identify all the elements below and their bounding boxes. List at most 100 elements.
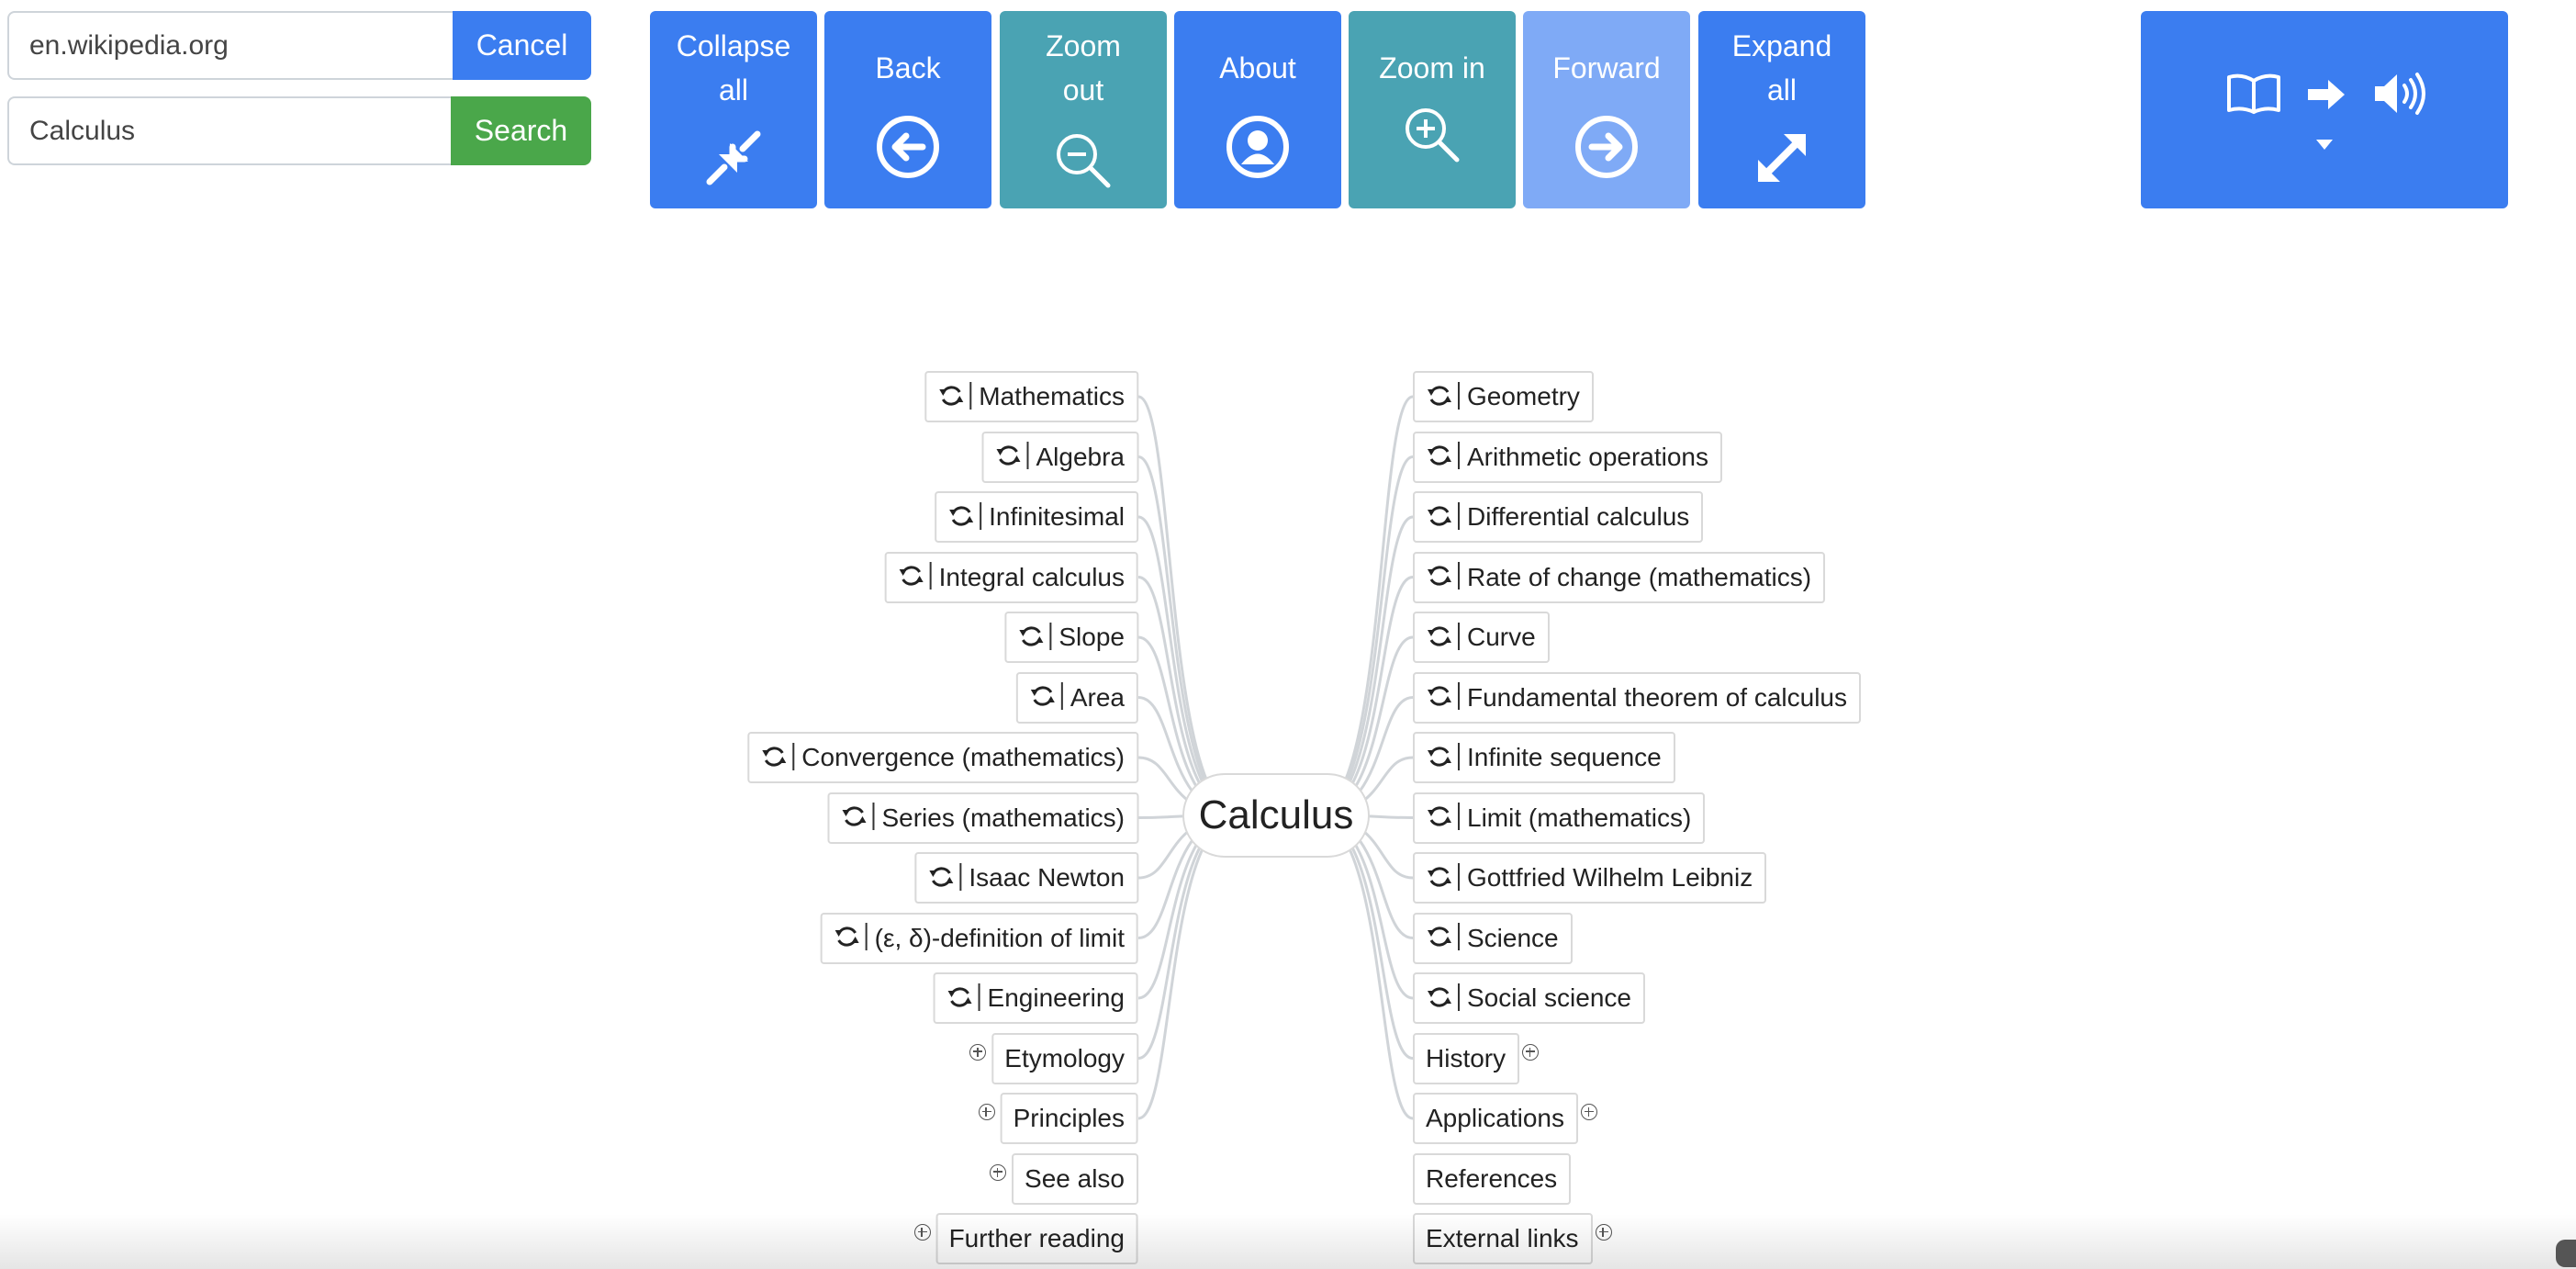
topic-node[interactable]: Convergence (mathematics) [747, 732, 1138, 783]
separator [959, 862, 962, 891]
topic-label: Mathematics [979, 382, 1125, 410]
topic-label: Science [1467, 923, 1559, 952]
topic-node[interactable]: Integral calculus [884, 551, 1138, 603]
refresh-icon[interactable] [937, 382, 965, 410]
topic-node[interactable]: Curve [1413, 612, 1550, 663]
separator [1458, 803, 1460, 831]
topic-node[interactable]: See also [1012, 1152, 1138, 1205]
separator [978, 983, 980, 1011]
expand-node-icon[interactable] [1522, 1043, 1540, 1061]
refresh-icon[interactable] [1426, 682, 1453, 710]
separator [865, 923, 868, 951]
topic-node[interactable]: Slope [1004, 612, 1138, 663]
separator [1458, 742, 1460, 770]
separator [1026, 442, 1029, 470]
topic-node[interactable]: Science [1413, 912, 1573, 964]
separator [969, 381, 972, 410]
refresh-icon[interactable] [946, 983, 974, 1011]
expand-node-icon[interactable] [978, 1104, 995, 1120]
topic-node[interactable]: Isaac Newton [914, 852, 1138, 904]
topic-node[interactable]: Applications [1413, 1093, 1578, 1144]
topic-node[interactable]: Arithmetic operations [1413, 431, 1723, 483]
refresh-icon[interactable] [1426, 442, 1453, 469]
topic-label: Integral calculus [938, 562, 1125, 591]
topic-node[interactable]: Etymology [991, 1032, 1138, 1084]
refresh-icon[interactable] [1426, 983, 1453, 1011]
topic-node[interactable]: Geometry [1413, 371, 1594, 422]
topic-label: Area [1070, 682, 1125, 712]
topic-label: Series (mathematics) [881, 803, 1125, 832]
topic-node[interactable]: Principles [1000, 1093, 1138, 1144]
topic-node[interactable]: Mathematics [924, 371, 1138, 422]
topic-node[interactable]: Differential calculus [1413, 491, 1704, 543]
separator [1049, 622, 1052, 650]
topic-node[interactable]: Area [1015, 671, 1138, 724]
mindmap-root-node[interactable]: Calculus [1182, 773, 1370, 858]
separator [1458, 381, 1460, 410]
mindmap-edge [1312, 395, 1414, 817]
refresh-icon[interactable] [760, 743, 788, 770]
refresh-icon[interactable] [1426, 743, 1453, 770]
topic-label: Convergence (mathematics) [801, 743, 1125, 771]
refresh-icon[interactable] [898, 562, 925, 590]
refresh-icon[interactable] [1426, 623, 1453, 650]
refresh-icon[interactable] [840, 803, 868, 830]
topic-label: Differential calculus [1467, 502, 1690, 531]
topic-node[interactable]: Series (mathematics) [827, 792, 1138, 844]
topic-node[interactable]: Rate of change (mathematics) [1413, 551, 1826, 603]
topic-label: Infinitesimal [989, 502, 1125, 531]
topic-node[interactable]: Limit (mathematics) [1413, 792, 1706, 844]
expand-node-icon[interactable] [1580, 1104, 1597, 1120]
topic-label: Algebra [1036, 442, 1125, 471]
topic-label: History [1426, 1043, 1506, 1072]
topic-label: References [1426, 1163, 1558, 1193]
scrollbar-thumb[interactable] [2556, 1240, 2576, 1267]
separator [980, 501, 982, 530]
topic-label: Arithmetic operations [1467, 442, 1709, 471]
topic-label: Limit (mathematics) [1467, 803, 1692, 832]
refresh-icon[interactable] [1426, 803, 1453, 830]
separator [1458, 562, 1460, 590]
refresh-icon[interactable] [1426, 863, 1453, 891]
topic-label: Applications [1426, 1104, 1564, 1132]
separator [1060, 682, 1063, 711]
refresh-icon[interactable] [1017, 623, 1045, 650]
topic-label: Principles [1013, 1104, 1125, 1132]
refresh-icon[interactable] [994, 442, 1022, 469]
topic-node[interactable]: Algebra [981, 431, 1138, 483]
topic-node[interactable]: References [1413, 1152, 1572, 1205]
topic-node[interactable]: Engineering [933, 972, 1138, 1024]
separator [1458, 501, 1460, 530]
topic-label: See also [1025, 1163, 1125, 1193]
topic-label: Fundamental theorem of calculus [1467, 682, 1847, 712]
expand-node-icon[interactable] [990, 1163, 1007, 1181]
topic-node[interactable]: Social science [1413, 972, 1645, 1024]
refresh-icon[interactable] [1029, 682, 1057, 710]
topic-node[interactable]: Fundamental theorem of calculus [1413, 671, 1861, 724]
topic-node[interactable]: Infinitesimal [935, 491, 1138, 543]
topic-label: Isaac Newton [969, 863, 1125, 892]
refresh-icon[interactable] [1426, 562, 1453, 590]
separator [1458, 682, 1460, 711]
topic-node[interactable]: (ε, δ)-definition of limit [820, 912, 1138, 964]
refresh-icon[interactable] [927, 863, 955, 891]
refresh-icon[interactable] [1426, 382, 1453, 410]
separator [1458, 983, 1460, 1011]
separator [872, 803, 875, 831]
separator [1458, 862, 1460, 891]
topic-label: Geometry [1467, 382, 1580, 410]
refresh-icon[interactable] [947, 502, 975, 530]
refresh-icon[interactable] [834, 923, 861, 950]
topic-label: Gottfried Wilhelm Leibniz [1467, 863, 1753, 892]
topic-node[interactable]: Infinite sequence [1413, 732, 1675, 783]
topic-label: Rate of change (mathematics) [1467, 562, 1812, 591]
separator [1458, 442, 1460, 470]
refresh-icon[interactable] [1426, 923, 1453, 950]
refresh-icon[interactable] [1426, 502, 1453, 530]
topic-node[interactable]: Gottfried Wilhelm Leibniz [1413, 852, 1767, 904]
expand-node-icon[interactable] [969, 1043, 987, 1061]
separator [1458, 923, 1460, 951]
topic-node[interactable]: History [1413, 1032, 1520, 1084]
separator [1458, 622, 1460, 650]
separator [792, 742, 795, 770]
